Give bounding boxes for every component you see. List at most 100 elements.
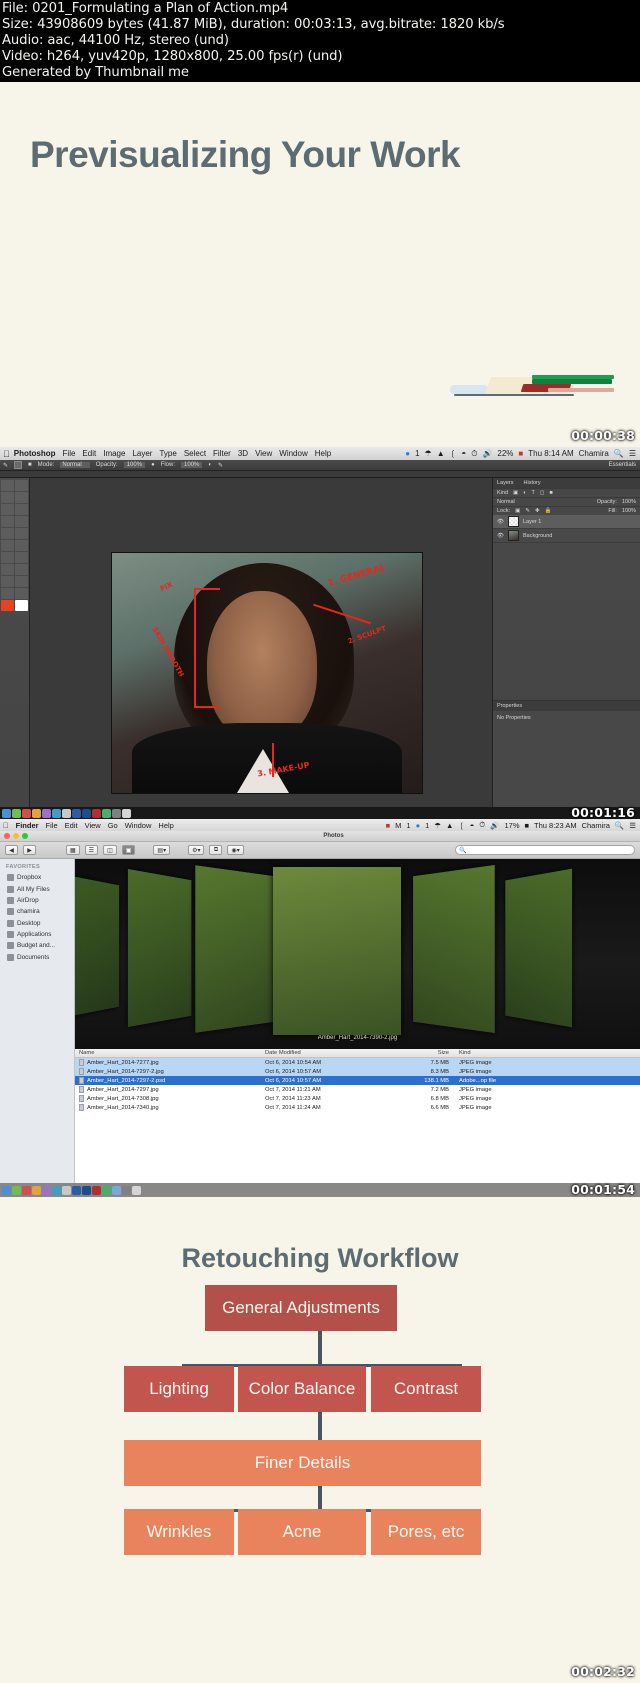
filter-kind-label[interactable]: Kind <box>497 490 508 496</box>
list-view-icon[interactable]: ☰ <box>84 845 99 855</box>
coverflow-thumb[interactable] <box>127 868 192 1028</box>
layer-item-layer1[interactable]: 👁 Layer 1 <box>493 515 640 529</box>
filter-smart-icon[interactable]: ■ <box>550 490 553 496</box>
dock-safari-icon[interactable] <box>22 1185 31 1195</box>
dock-mail-icon[interactable] <box>32 808 41 818</box>
node-pores[interactable]: Pores, etc <box>371 1509 481 1555</box>
tool-marquee-icon[interactable] <box>1 480 14 491</box>
dropbox-status-icon[interactable]: ● <box>416 821 421 830</box>
mode-value[interactable]: Normal <box>60 462 90 468</box>
tool-hand-icon[interactable] <box>1 588 14 599</box>
node-finer-details[interactable]: Finer Details <box>124 1440 481 1486</box>
volume-icon[interactable]: 🔊 <box>482 449 492 458</box>
dock-photoshop-icon[interactable] <box>72 1185 81 1195</box>
coverflow-view[interactable]: Amber_Hart_2014-7390-2.jpg <box>75 859 640 1049</box>
tool-pen-icon[interactable] <box>1 564 14 575</box>
tab-layers[interactable]: Layers <box>497 480 514 486</box>
sidebar-item-budget[interactable]: Budget and... <box>0 940 74 951</box>
layer-visibility-icon[interactable]: 👁 <box>497 533 504 539</box>
tool-wand-icon[interactable] <box>15 492 28 503</box>
tool-brush-icon[interactable] <box>15 516 28 527</box>
menu-layer[interactable]: Layer <box>132 449 152 458</box>
tool-shape-icon[interactable] <box>15 576 28 587</box>
lock-move-icon[interactable]: ✚ <box>535 508 540 514</box>
dock-calendar-icon[interactable] <box>52 1185 61 1195</box>
dock-preferences-icon[interactable] <box>112 808 121 818</box>
lock-all-icon[interactable]: 🔒 <box>545 508 552 514</box>
menu-type[interactable]: Type <box>159 449 176 458</box>
node-contrast[interactable]: Contrast <box>371 1366 481 1412</box>
dock-appstore-icon[interactable] <box>112 1185 121 1195</box>
battery-icon[interactable]: ■ <box>518 449 523 458</box>
user-label[interactable]: Chamira <box>582 821 610 830</box>
tool-blur-icon[interactable] <box>1 552 14 563</box>
tablet-pressure-icon[interactable]: ✎ <box>218 462 223 469</box>
opacity-value[interactable]: 100% <box>123 462 146 468</box>
dock-launchpad-icon[interactable] <box>12 1185 21 1195</box>
recording-icon[interactable]: ■ <box>386 821 391 830</box>
close-icon[interactable] <box>4 833 10 839</box>
menu-edit[interactable]: Edit <box>65 821 78 830</box>
coverflow-thumb[interactable] <box>413 864 495 1034</box>
menu-select[interactable]: Select <box>184 449 206 458</box>
shield-icon[interactable]: ☂ <box>434 821 441 830</box>
table-header[interactable]: Name Date Modified Size Kind <box>75 1049 640 1058</box>
flow-value[interactable]: 100% <box>181 462 203 468</box>
filter-adjustment-icon[interactable]: ◐ <box>523 490 526 496</box>
blend-mode-value[interactable]: Normal <box>497 499 515 505</box>
sidebar-item-airdrop[interactable]: AirDrop <box>0 895 74 906</box>
icon-view-icon[interactable]: ▦ <box>66 845 80 855</box>
coverflow-thumb[interactable] <box>75 876 120 1016</box>
column-header-kind[interactable]: Kind <box>459 1050 640 1056</box>
arrange-icon[interactable]: ▤▾ <box>153 845 171 855</box>
home-icon[interactable]: ▲ <box>446 821 453 830</box>
tool-crop-icon[interactable] <box>1 504 14 515</box>
filter-type-icon[interactable]: T <box>532 490 535 496</box>
tool-path-select-icon[interactable] <box>1 576 14 587</box>
tag-icon[interactable]: ◉▾ <box>227 845 244 855</box>
coverflow-thumb[interactable] <box>195 865 274 1033</box>
dock-finder-icon[interactable] <box>2 1185 11 1195</box>
wifi-icon[interactable]: ◓ <box>470 821 475 830</box>
bluetooth-icon[interactable]: ❲ <box>458 821 464 830</box>
blend-mode-row[interactable]: Normal Opacity: 100% <box>493 497 640 506</box>
shield-icon[interactable]: ☂ <box>425 449 432 458</box>
minimize-icon[interactable] <box>13 833 19 839</box>
node-color-balance[interactable]: Color Balance <box>238 1366 366 1412</box>
finder-dock[interactable] <box>0 1183 640 1197</box>
file-list-table[interactable]: Name Date Modified Size Kind Amber_Hart_… <box>75 1049 640 1183</box>
menu-image[interactable]: Image <box>103 449 125 458</box>
dock-acrobat-icon[interactable] <box>92 808 101 818</box>
table-row[interactable]: Amber_Hart_2014-7297-2.jpg Oct 6, 2014 1… <box>75 1067 640 1076</box>
layer-item-background[interactable]: 👁 Background <box>493 529 640 543</box>
sidebar-item-documents[interactable]: Documents <box>0 952 74 963</box>
panel-tabs[interactable]: Layers History <box>493 478 640 488</box>
table-row[interactable]: Amber_Hart_2014-7297.jpg Oct 7, 2014 11:… <box>75 1085 640 1094</box>
bluetooth-icon[interactable]: ❲ <box>450 449 457 458</box>
brush-size-swatch[interactable] <box>14 461 23 469</box>
table-row[interactable]: Amber_Hart_2014-7277.jpg Oct 6, 2014 10:… <box>75 1058 640 1067</box>
search-icon[interactable]: 🔍 <box>614 449 624 458</box>
tab-history[interactable]: History <box>524 480 541 486</box>
background-color-swatch[interactable] <box>15 600 28 611</box>
symmetry-icon[interactable]: ◐ <box>208 462 212 468</box>
tool-move-icon[interactable] <box>15 480 28 491</box>
lock-row[interactable]: Lock: ▣ ✎ ✚ 🔒 Fill: 100% <box>493 506 640 515</box>
tool-lasso-icon[interactable] <box>1 492 14 503</box>
timemachine-icon[interactable]: ⏱ <box>479 820 485 830</box>
coverflow-view-icon[interactable]: ▣ <box>121 845 136 855</box>
dock-trash-icon[interactable] <box>122 808 131 818</box>
chevron-left-icon[interactable]: ◀ <box>5 845 18 855</box>
node-general-adjustments[interactable]: General Adjustments <box>205 1285 397 1331</box>
menu-icon[interactable]: ☰ <box>629 449 636 458</box>
battery-icon[interactable]: ■ <box>525 821 530 830</box>
photoshop-dock[interactable] <box>0 807 640 819</box>
menu-window[interactable]: Window <box>125 821 152 830</box>
tool-gradient-icon[interactable] <box>15 540 28 551</box>
menu-view[interactable]: View <box>85 821 101 830</box>
menu-finder[interactable]: Finder <box>16 821 39 830</box>
menu-go[interactable]: Go <box>108 821 118 830</box>
clock-label[interactable]: Thu 8:14 AM <box>528 449 573 458</box>
apple-icon[interactable]:  <box>3 449 10 459</box>
node-lighting[interactable]: Lighting <box>124 1366 234 1412</box>
